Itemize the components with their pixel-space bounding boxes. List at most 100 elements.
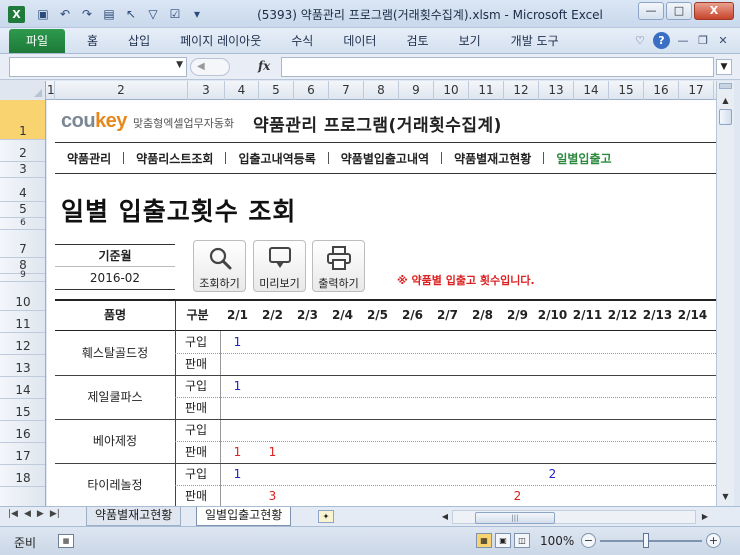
count-cell[interactable] (395, 485, 430, 506)
column-header[interactable]: 2 (55, 81, 188, 100)
count-cell[interactable]: 2 (535, 463, 570, 485)
count-cell[interactable] (675, 463, 710, 485)
column-header[interactable]: 17 (679, 81, 714, 100)
row-header[interactable]: 6 (0, 218, 45, 230)
ribbon-tab[interactable]: 홈 (72, 28, 113, 54)
macro-record-icon[interactable]: ▦ (58, 534, 74, 548)
count-cell[interactable] (500, 331, 535, 353)
count-cell[interactable] (360, 485, 395, 506)
count-cell[interactable] (570, 353, 605, 375)
sheet-tab-inventory[interactable]: 약품별재고현황 (86, 507, 182, 526)
count-cell[interactable] (255, 353, 290, 375)
count-cell[interactable] (465, 375, 500, 397)
count-cell[interactable] (255, 419, 290, 441)
count-cell[interactable] (640, 463, 675, 485)
row-header[interactable]: 15 (0, 399, 45, 421)
count-cell[interactable] (290, 463, 325, 485)
count-cell[interactable] (675, 397, 710, 419)
row-header[interactable]: 18 (0, 465, 45, 487)
count-cell[interactable] (605, 331, 640, 353)
count-cell[interactable] (640, 397, 675, 419)
count-cell[interactable] (535, 485, 570, 506)
count-cell[interactable] (290, 441, 325, 463)
count-cell[interactable] (290, 485, 325, 506)
search-button[interactable]: 조회하기 (193, 240, 246, 292)
ribbon-tab[interactable]: 보기 (444, 28, 496, 54)
count-cell[interactable] (570, 419, 605, 441)
worksheet[interactable]: coukey 맞춤형엑셀업무자동화 약품관리 프로그램(거래횟수집계) 약품관리… (47, 100, 716, 506)
name-box-dropdown-icon[interactable]: ▼ (176, 60, 183, 70)
count-cell[interactable] (360, 353, 395, 375)
horizontal-scroll-thumb[interactable]: ||| (475, 512, 555, 524)
count-cell[interactable] (395, 419, 430, 441)
column-header[interactable]: 13 (539, 81, 574, 100)
next-sheet-icon[interactable]: ▶ (37, 509, 44, 519)
menu-item[interactable]: 약품관리 (55, 150, 123, 167)
row-header[interactable]: 10 (0, 282, 45, 311)
count-cell[interactable] (675, 441, 710, 463)
count-cell[interactable] (675, 419, 710, 441)
count-cell[interactable]: 1 (255, 441, 290, 463)
count-cell[interactable] (430, 397, 465, 419)
count-cell[interactable] (500, 397, 535, 419)
count-cell[interactable]: 3 (255, 485, 290, 506)
count-cell[interactable] (640, 419, 675, 441)
column-header[interactable]: 12 (504, 81, 539, 100)
count-cell[interactable] (255, 463, 290, 485)
count-cell[interactable] (500, 353, 535, 375)
count-cell[interactable] (570, 485, 605, 506)
row-header[interactable]: 13 (0, 355, 45, 377)
prev-sheet-icon[interactable]: ◀ (24, 509, 31, 519)
scroll-down-icon[interactable]: ▼ (718, 489, 733, 504)
count-cell[interactable]: 1 (220, 375, 255, 397)
basis-month-input[interactable]: 2016-02 (55, 267, 175, 290)
count-cell[interactable] (465, 353, 500, 375)
count-cell[interactable] (640, 353, 675, 375)
count-cell[interactable] (395, 397, 430, 419)
count-cell[interactable] (500, 441, 535, 463)
column-header[interactable]: 10 (434, 81, 469, 100)
count-cell[interactable] (500, 375, 535, 397)
help-icon[interactable]: ? (653, 32, 670, 49)
count-cell[interactable] (675, 375, 710, 397)
tab-file[interactable]: 파일 (9, 29, 65, 53)
horizontal-scrollbar[interactable]: ◀ ||| ▶ (436, 510, 712, 524)
count-cell[interactable] (325, 441, 360, 463)
count-cell[interactable] (395, 463, 430, 485)
formula-input[interactable] (281, 57, 714, 77)
preview-button[interactable]: 미리보기 (253, 240, 306, 292)
split-box-icon[interactable] (719, 83, 732, 89)
scroll-left-icon[interactable]: ◀ (438, 510, 452, 524)
horizontal-scroll-track[interactable]: ||| (452, 510, 696, 524)
normal-view-icon[interactable]: ▦ (476, 533, 492, 548)
ribbon-tab[interactable]: 삽입 (113, 28, 165, 54)
count-cell[interactable] (605, 419, 640, 441)
count-cell[interactable]: 1 (220, 441, 255, 463)
count-cell[interactable] (220, 397, 255, 419)
count-cell[interactable] (605, 353, 640, 375)
count-cell[interactable] (360, 441, 395, 463)
count-cell[interactable] (535, 397, 570, 419)
count-cell[interactable] (430, 353, 465, 375)
zoom-slider-track[interactable] (600, 540, 702, 542)
count-cell[interactable] (640, 441, 675, 463)
print-button[interactable]: 출력하기 (312, 240, 365, 292)
count-cell[interactable] (465, 485, 500, 506)
row-header[interactable]: 4 (0, 178, 45, 202)
count-cell[interactable] (465, 463, 500, 485)
vertical-scroll-thumb[interactable] (719, 109, 732, 125)
count-cell[interactable] (640, 331, 675, 353)
row-header[interactable]: 2 (0, 140, 45, 162)
vertical-scrollbar[interactable]: ▲ ▼ (716, 81, 734, 506)
count-cell[interactable] (465, 397, 500, 419)
count-cell[interactable] (290, 397, 325, 419)
ribbon-tab[interactable]: 개발 도구 (496, 28, 574, 54)
count-cell[interactable] (325, 485, 360, 506)
page-layout-view-icon[interactable]: ▣ (495, 533, 511, 548)
count-cell[interactable] (360, 463, 395, 485)
count-cell[interactable] (290, 419, 325, 441)
column-header[interactable]: 7 (329, 81, 364, 100)
count-cell[interactable] (640, 375, 675, 397)
count-cell[interactable] (605, 441, 640, 463)
row-header[interactable]: 11 (0, 311, 45, 333)
